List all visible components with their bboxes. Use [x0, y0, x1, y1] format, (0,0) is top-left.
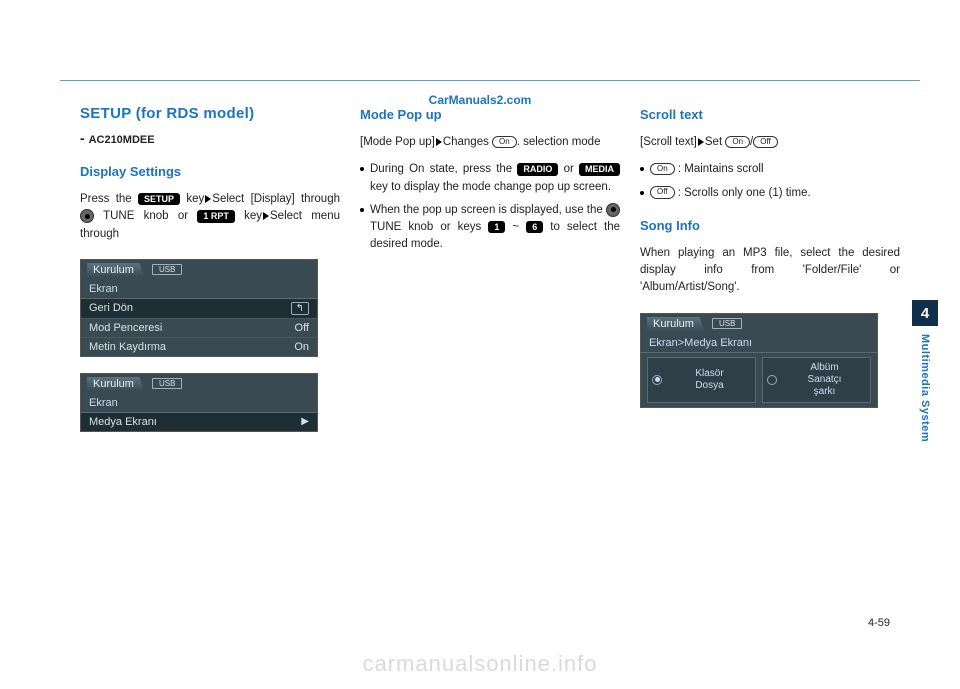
tune-knob-icon	[80, 209, 94, 223]
side-tab: 4 Multimedia System	[912, 300, 938, 442]
scr1-badge: USB	[152, 264, 182, 275]
scroll-text-body: [Scroll text]Set On/Off	[640, 134, 900, 151]
column-3: Scroll text [Scroll text]Set On/Off On :…	[640, 105, 900, 442]
st-p1a: [Scroll text]	[640, 136, 697, 148]
scr1-title: Kurulum	[87, 263, 144, 277]
scr1-row-0: Geri Dön ↰	[81, 299, 317, 319]
model-code-text: AC210MDEE	[89, 134, 155, 146]
screenshot-display-1: Kurulum USB Ekran Geri Dön ↰ Mod Pencere…	[80, 259, 318, 357]
scroll-text-list: On : Maintains scroll Off : Scrolls only…	[640, 161, 900, 208]
st-bullet-1: On : Maintains scroll	[640, 161, 900, 178]
song-info-header: Song Info	[640, 218, 900, 233]
scr1-row-2-value: On	[294, 341, 309, 353]
mp-p1c: . selection mode	[517, 136, 601, 148]
scr1-row-1-label: Mod Penceresi	[89, 322, 162, 334]
scr1-row-2: Metin Kaydırma On	[81, 338, 317, 356]
display-settings-body: Press the SETUP key Select [Display] thro…	[80, 191, 340, 243]
scr2-sub: Ekran	[81, 394, 317, 413]
si-panel-right: Albüm Sanatçı şarkı	[762, 357, 871, 403]
scr1-sub: Ekran	[81, 280, 317, 299]
ds-p1a: Press the	[80, 193, 138, 205]
on-pill: On	[492, 136, 517, 148]
on-pill: On	[725, 136, 750, 148]
scr2-title: Kurulum	[87, 377, 144, 391]
scr1-row-2-label: Metin Kaydırma	[89, 341, 166, 353]
setup-key-icon: SETUP	[138, 193, 180, 206]
st-b1-txt: : Maintains scroll	[675, 163, 764, 175]
on-pill: On	[650, 163, 675, 175]
off-pill: Off	[753, 136, 778, 148]
st-bullet-2: Off : Scrolls only one (1) time.	[640, 185, 900, 202]
scr1-row-0-label: Geri Dön	[89, 302, 133, 314]
mode-popup-header: Mode Pop up	[360, 107, 620, 122]
mp-bullet-2: When the pop up screen is displayed, use…	[360, 202, 620, 254]
triangle-icon	[698, 138, 704, 146]
scr2-badge: USB	[152, 378, 182, 389]
chapter-number-box: 4	[912, 300, 938, 326]
column-1: SETUP (for RDS model) - AC210MDEE Displa…	[80, 105, 340, 442]
off-pill: Off	[650, 186, 675, 198]
ds-p1c: Select [Display] through	[212, 193, 340, 205]
radio-selected-icon	[652, 375, 662, 385]
screenshot-display-2: Kurulum USB Ekran Medya Ekranı ▶	[80, 373, 318, 432]
tune-knob-icon	[606, 203, 620, 217]
rpt-key-icon: 1 RPT	[197, 210, 235, 223]
mp-tilde: ~	[512, 221, 519, 233]
mode-popup-body: [Mode Pop up] Changes On. selection mode	[360, 134, 620, 151]
radio-key-icon: RADIO	[517, 163, 558, 176]
scroll-text-header: Scroll text	[640, 107, 900, 122]
setup-title: SETUP (for RDS model)	[80, 105, 340, 122]
si-sub: Ekran>Medya Ekranı	[641, 334, 877, 353]
ds-p1b: key	[186, 193, 204, 205]
triangle-icon	[263, 212, 269, 220]
page-number: 4-59	[868, 617, 890, 629]
screenshot-song-info: Kurulum USB Ekran>Medya Ekranı Klasör Do…	[640, 313, 878, 408]
back-icon: ↰	[291, 302, 309, 315]
si-title: Kurulum	[647, 317, 704, 331]
top-border	[60, 80, 920, 81]
key-1-icon: 1	[488, 221, 505, 234]
media-key-icon: MEDIA	[579, 163, 620, 176]
mp-b1a: During On state, press the	[370, 163, 517, 175]
chevron-right-icon: ▶	[301, 416, 309, 427]
song-info-body: When playing an MP3 file, select the des…	[640, 245, 900, 297]
model-code: - AC210MDEE	[80, 130, 340, 146]
si-right-text: Albüm Sanatçı şarkı	[783, 362, 866, 398]
watermark: carmanualsonline.info	[362, 651, 597, 677]
si-badge: USB	[712, 318, 742, 329]
column-2: Mode Pop up [Mode Pop up] Changes On. sel…	[360, 105, 620, 442]
key-6-icon: 6	[526, 221, 543, 234]
brand-site: CarManuals2.com	[429, 93, 532, 107]
si-left-text: Klasör Dosya	[668, 368, 751, 392]
ds-p1e: key	[244, 210, 262, 222]
scr2-row-0-label: Medya Ekranı	[89, 416, 157, 428]
scr2-row-0: Medya Ekranı ▶	[81, 413, 317, 431]
scr1-row-1-value: Off	[295, 322, 309, 334]
si-panel-left: Klasör Dosya	[647, 357, 756, 403]
mp-p1a: [Mode Pop up]	[360, 136, 435, 148]
ds-p1d: TUNE knob or	[103, 210, 197, 222]
mp-b2a: When the pop up screen is displayed, use…	[370, 204, 606, 216]
st-b2-txt: : Scrolls only one (1) time.	[675, 187, 811, 199]
triangle-icon	[436, 138, 442, 146]
triangle-icon	[205, 195, 211, 203]
scr1-row-1: Mod Penceresi Off	[81, 319, 317, 338]
mp-bullet-1: During On state, press the RADIO or MEDI…	[360, 161, 620, 196]
mp-b1b: or	[564, 163, 579, 175]
chapter-label: Multimedia System	[919, 334, 931, 442]
mp-b1c: key to display the mode change pop up sc…	[370, 181, 611, 193]
mp-p1b: Changes	[443, 136, 492, 148]
display-settings-header: Display Settings	[80, 164, 340, 179]
mp-b2b: TUNE knob or keys	[370, 221, 488, 233]
st-p1b: Set	[705, 136, 725, 148]
mode-popup-list: During On state, press the RADIO or MEDI…	[360, 161, 620, 259]
radio-unselected-icon	[767, 375, 777, 385]
